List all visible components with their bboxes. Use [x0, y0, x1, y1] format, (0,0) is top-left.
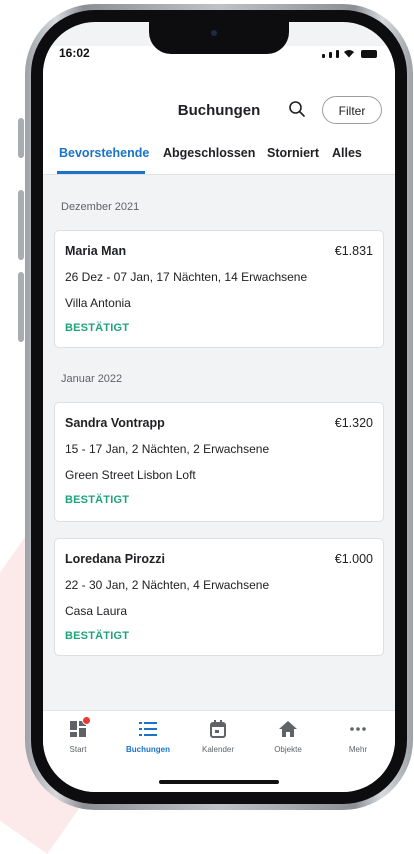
wifi-icon — [344, 50, 354, 58]
tabbar-label: Kalender — [201, 745, 235, 754]
tabbar-item-objekte[interactable]: Objekte — [253, 719, 323, 754]
tabbar-item-kalender[interactable]: Kalender — [183, 719, 253, 754]
signal-icon — [329, 52, 332, 58]
camera-icon — [211, 30, 217, 36]
bookings-list: Dezember 2021 Maria Man €1.831 26 Dez - … — [43, 174, 395, 734]
booking-card[interactable]: Sandra Vontrapp €1.320 15 - 17 Jan, 2 Nä… — [54, 402, 384, 522]
status-time: 16:02 — [59, 46, 90, 60]
section-label: Dezember 2021 — [61, 201, 140, 213]
booking-dates: 15 - 17 Jan, 2 Nächten, 2 Erwachsene — [65, 442, 270, 456]
status-badge: BESTÄTIGT — [65, 322, 130, 334]
more-icon — [348, 719, 368, 739]
phone-volume-down — [18, 272, 24, 342]
booking-price: €1.831 — [334, 244, 373, 258]
phone-screen: 16:02 Buchungen Filter Bevorstehende Abg… — [43, 22, 395, 792]
booking-tabs: Bevorstehende Abgeschlossen Storniert Al… — [43, 144, 395, 174]
guest-name: Maria Man — [65, 244, 127, 258]
guest-name: Loredana Pirozzi — [65, 552, 166, 566]
signal-icon — [336, 50, 339, 58]
property-name: Casa Laura — [65, 604, 128, 618]
tab-storniert[interactable]: Storniert — [267, 146, 319, 160]
property-name: Green Street Lisbon Loft — [65, 468, 196, 482]
tabbar-label: Mehr — [348, 745, 368, 754]
booking-dates: 22 - 30 Jan, 2 Nächten, 4 Erwachsene — [65, 578, 270, 592]
notification-badge — [82, 716, 91, 725]
booking-price: €1.320 — [334, 416, 373, 430]
booking-dates: 26 Dez - 07 Jan, 17 Nächten, 14 Erwachse… — [65, 270, 308, 284]
notch — [149, 22, 289, 54]
tab-alles[interactable]: Alles — [332, 146, 362, 160]
battery-icon — [361, 50, 377, 58]
guest-name: Sandra Vontrapp — [65, 416, 165, 430]
phone-volume-up — [18, 190, 24, 260]
dashboard-icon — [68, 716, 91, 739]
header: Buchungen Filter Bevorstehende Abgeschlo… — [43, 66, 395, 175]
status-badge: BESTÄTIGT — [65, 630, 130, 642]
status-icons — [322, 49, 377, 58]
tab-bevorstehende[interactable]: Bevorstehende — [59, 146, 149, 160]
list-icon — [138, 719, 158, 739]
tab-abgeschlossen[interactable]: Abgeschlossen — [163, 146, 255, 160]
home-icon — [278, 719, 298, 739]
tabbar-item-mehr[interactable]: Mehr — [323, 719, 393, 754]
search-icon[interactable] — [288, 100, 306, 118]
status-badge: BESTÄTIGT — [65, 494, 130, 506]
tabbar-item-buchungen[interactable]: Buchungen — [113, 719, 183, 754]
booking-card[interactable]: Loredana Pirozzi €1.000 22 - 30 Jan, 2 N… — [54, 538, 384, 656]
booking-card[interactable]: Maria Man €1.831 26 Dez - 07 Jan, 17 Näc… — [54, 230, 384, 348]
calendar-icon — [208, 719, 228, 739]
home-indicator — [159, 780, 279, 784]
tabbar-label: Buchungen — [126, 745, 170, 754]
section-label: Januar 2022 — [61, 373, 123, 385]
property-name: Villa Antonia — [65, 296, 131, 310]
tabbar-label: Start — [69, 745, 87, 754]
booking-price: €1.000 — [334, 552, 373, 566]
tabbar-label: Objekte — [274, 745, 302, 754]
filter-button[interactable]: Filter — [322, 96, 382, 124]
signal-icon — [322, 54, 325, 58]
tabbar-item-start[interactable]: Start — [43, 716, 113, 754]
phone-silent-switch — [18, 118, 24, 158]
